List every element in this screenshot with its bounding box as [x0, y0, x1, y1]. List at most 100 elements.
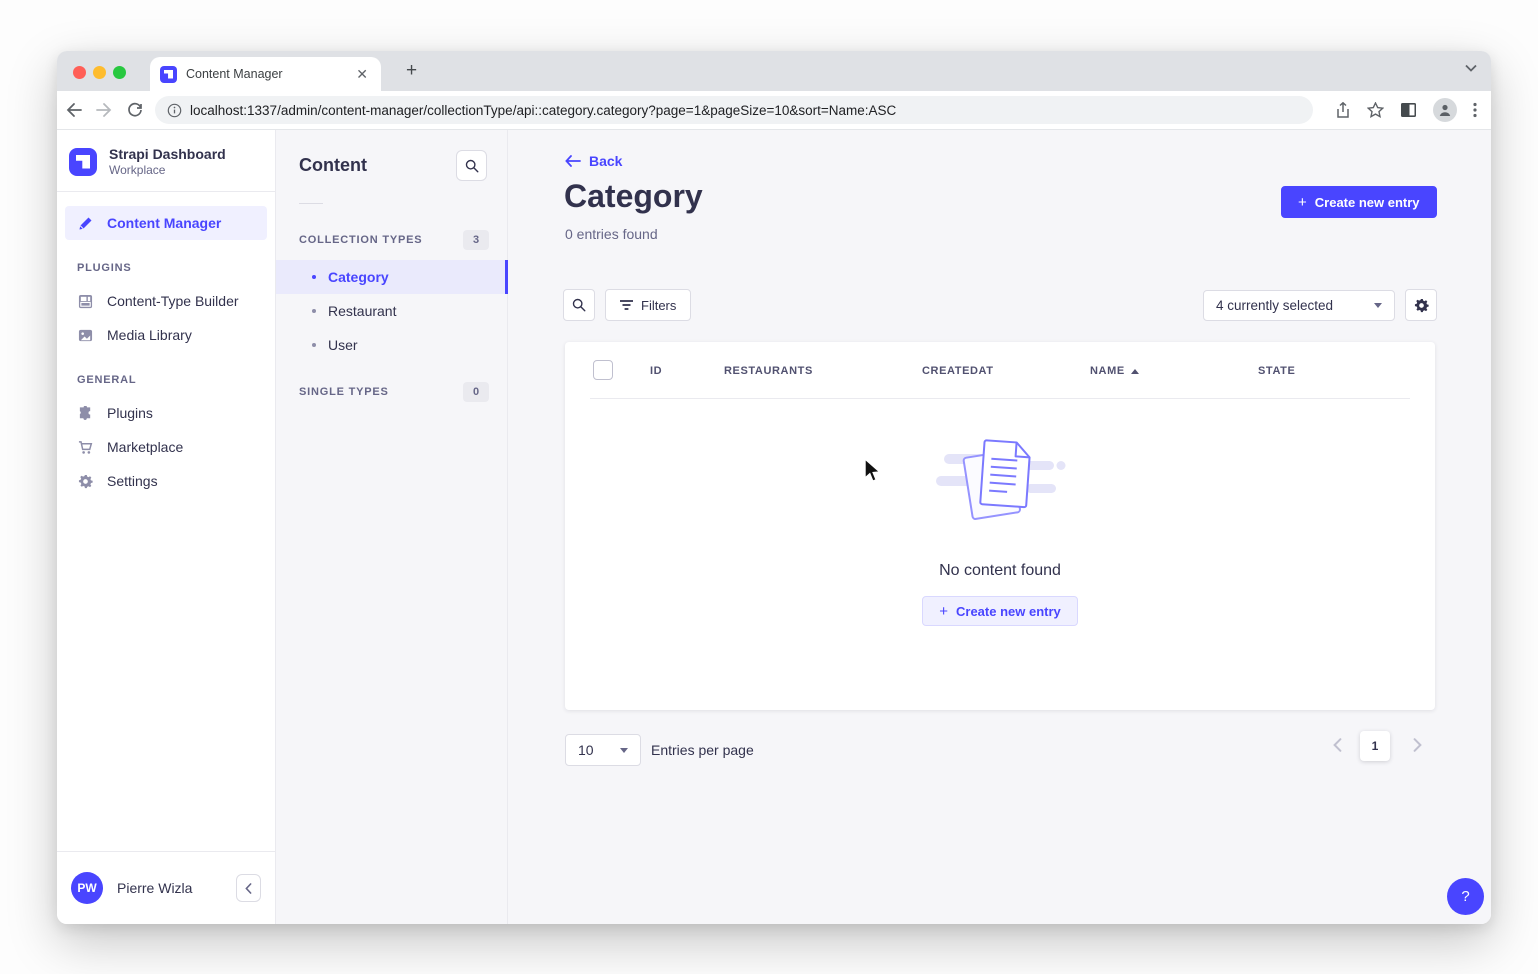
- edit-pen-icon: [77, 215, 93, 231]
- subnav-item-label: Category: [328, 269, 389, 285]
- zoom-window-button[interactable]: [113, 66, 126, 79]
- page-title: Category: [564, 178, 703, 215]
- tab-title: Content Manager: [186, 67, 353, 81]
- bullet-icon: [312, 343, 316, 347]
- gear-icon: [77, 473, 93, 489]
- browser-profile-avatar[interactable]: [1433, 98, 1457, 122]
- table-header-row: ID RESTAURANTS CREATEDAT NAME STATE: [565, 342, 1435, 398]
- view-settings-button[interactable]: [1405, 289, 1437, 321]
- subnav-title: Content: [299, 155, 367, 176]
- subnav-item-category[interactable]: Category: [276, 260, 507, 294]
- minimize-window-button[interactable]: [93, 66, 106, 79]
- chevron-down-icon: [620, 748, 628, 753]
- image-icon: [77, 327, 93, 343]
- filter-icon: [620, 300, 633, 311]
- entries-table: ID RESTAURANTS CREATEDAT NAME STATE: [565, 342, 1435, 710]
- empty-create-new-entry-button[interactable]: + Create new entry: [922, 596, 1078, 626]
- subnav-item-label: User: [328, 337, 358, 353]
- bullet-icon: [312, 275, 316, 279]
- sidebar-item-label: Settings: [107, 473, 158, 489]
- workspace-switcher[interactable]: Strapi Dashboard Workplace: [57, 130, 275, 191]
- next-page-button[interactable]: [1413, 738, 1422, 752]
- sidebar-item-label: Content-Type Builder: [107, 293, 239, 309]
- search-icon: [572, 298, 586, 312]
- collapse-sidebar-button[interactable]: [236, 874, 261, 902]
- entries-count-text: 0 entries found: [565, 226, 658, 242]
- back-nav-icon[interactable]: [65, 102, 82, 118]
- single-types-count-badge: 0: [463, 382, 489, 402]
- column-header-id[interactable]: ID: [650, 365, 662, 377]
- fields-selected-dropdown[interactable]: 4 currently selected: [1203, 290, 1395, 321]
- sidebar-item-content-manager[interactable]: Content Manager: [65, 206, 267, 240]
- filters-button[interactable]: Filters: [605, 289, 691, 321]
- user-name: Pierre Wizla: [117, 880, 222, 896]
- sidebar-item-label: Content Manager: [107, 215, 221, 231]
- entries-per-page-label: Entries per page: [651, 742, 754, 758]
- app-name: Strapi Dashboard: [109, 146, 226, 163]
- subnav-item-restaurant[interactable]: Restaurant: [276, 294, 507, 328]
- back-link[interactable]: Back: [565, 153, 622, 169]
- main-sidebar: Strapi Dashboard Workplace Content Manag…: [57, 130, 276, 924]
- workspace-name: Workplace: [109, 163, 226, 177]
- sort-ascending-icon: [1131, 369, 1139, 374]
- plus-icon: +: [1298, 195, 1307, 210]
- tab-list-chevron-icon[interactable]: [1465, 64, 1477, 72]
- subnav-item-user[interactable]: User: [276, 328, 507, 362]
- subnav-item-label: Restaurant: [328, 303, 396, 319]
- subnav-search-button[interactable]: [456, 150, 487, 181]
- arrow-left-icon: [565, 155, 581, 167]
- create-new-entry-button[interactable]: + Create new entry: [1281, 186, 1437, 218]
- reload-icon[interactable]: [127, 102, 143, 118]
- bookmark-star-icon[interactable]: [1367, 102, 1384, 118]
- layout-grid-icon: [77, 293, 93, 309]
- strapi-favicon-icon: [160, 66, 177, 83]
- plugins-section-label: PLUGINS: [57, 240, 275, 284]
- empty-state: No content found + Create new entry: [565, 434, 1435, 626]
- sidebar-item-plugins[interactable]: Plugins: [65, 396, 267, 430]
- main-content: Back Category 0 entries found + Create n…: [508, 130, 1491, 924]
- sidebar-item-marketplace[interactable]: Marketplace: [65, 430, 267, 464]
- site-info-icon: [167, 103, 182, 118]
- share-icon[interactable]: [1335, 102, 1351, 119]
- select-all-checkbox[interactable]: [593, 360, 613, 380]
- gear-icon: [1414, 298, 1429, 313]
- browser-window: Content Manager ✕ + localhost:1337/admin…: [57, 51, 1491, 924]
- content-subnav: Content COLLECTION TYPES 3 Category Rest…: [276, 130, 508, 924]
- previous-page-button[interactable]: [1333, 738, 1342, 752]
- column-header-createdat[interactable]: CREATEDAT: [922, 365, 994, 377]
- collection-types-label: COLLECTION TYPES: [299, 234, 422, 246]
- sidebar-item-label: Media Library: [107, 327, 192, 343]
- close-window-button[interactable]: [73, 66, 86, 79]
- empty-state-title: No content found: [939, 562, 1061, 580]
- cart-icon: [77, 439, 93, 455]
- sidebar-item-content-type-builder[interactable]: Content-Type Builder: [65, 284, 267, 318]
- chevron-down-icon: [1374, 303, 1382, 308]
- forward-nav-icon[interactable]: [96, 102, 113, 118]
- new-tab-button[interactable]: +: [406, 62, 417, 80]
- column-header-restaurants[interactable]: RESTAURANTS: [724, 365, 813, 377]
- sidebar-footer: PW Pierre Wizla: [57, 851, 275, 924]
- sidebar-item-settings[interactable]: Settings: [65, 464, 267, 498]
- page-1-button[interactable]: 1: [1360, 731, 1390, 761]
- tab-strip: Content Manager ✕ +: [57, 51, 1491, 91]
- browser-toolbar: localhost:1337/admin/content-manager/col…: [57, 91, 1491, 130]
- divider: [590, 398, 1410, 399]
- collection-types-count-badge: 3: [463, 230, 489, 250]
- list-search-button[interactable]: [563, 289, 595, 321]
- bullet-icon: [312, 309, 316, 313]
- page-size-dropdown[interactable]: 10: [565, 734, 641, 766]
- documents-illustration-icon: [934, 434, 1066, 534]
- sidebar-item-label: Plugins: [107, 405, 153, 421]
- browser-menu-icon[interactable]: [1473, 102, 1477, 118]
- help-button[interactable]: ?: [1447, 878, 1484, 915]
- column-header-name[interactable]: NAME: [1090, 365, 1125, 377]
- divider: [299, 203, 323, 204]
- strapi-logo-icon: [69, 148, 97, 176]
- tab-close-icon[interactable]: ✕: [353, 66, 371, 83]
- browser-tab[interactable]: Content Manager ✕: [150, 57, 381, 91]
- user-avatar[interactable]: PW: [71, 872, 103, 904]
- url-bar[interactable]: localhost:1337/admin/content-manager/col…: [155, 96, 1313, 124]
- side-panel-icon[interactable]: [1400, 102, 1417, 118]
- sidebar-item-media-library[interactable]: Media Library: [65, 318, 267, 352]
- column-header-state[interactable]: STATE: [1258, 365, 1295, 377]
